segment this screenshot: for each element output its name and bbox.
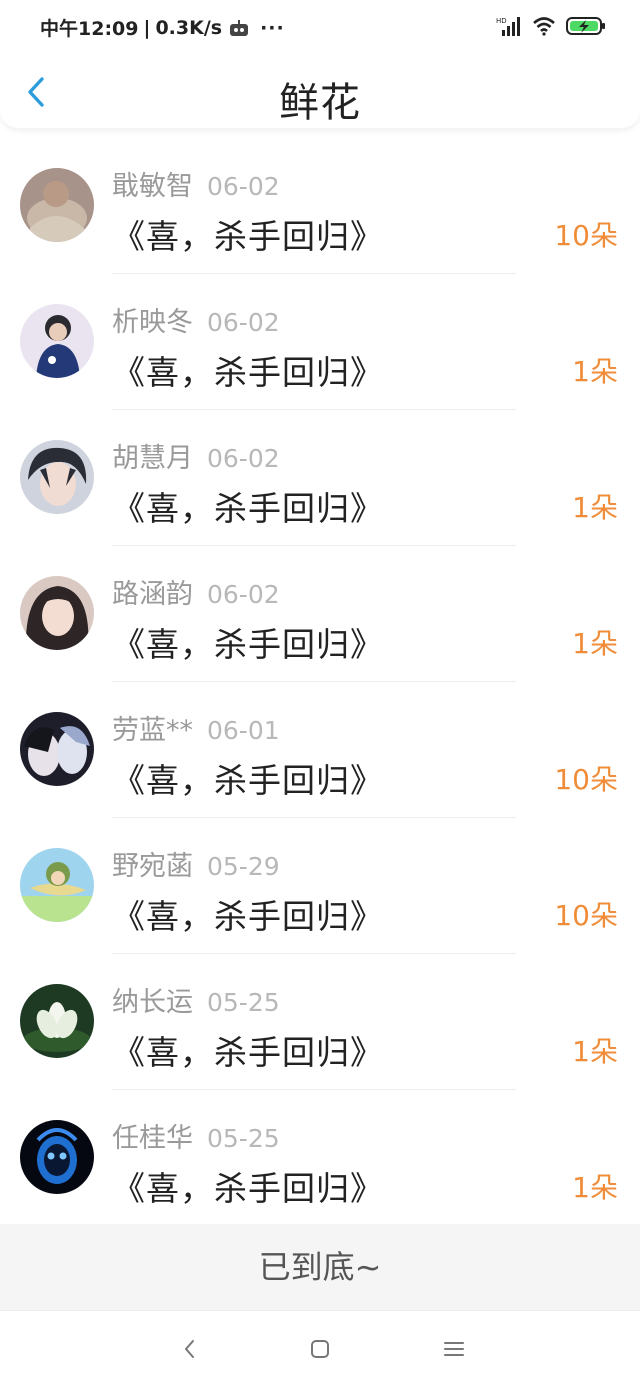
status-right: HD xyxy=(496,16,606,36)
nav-back-icon[interactable] xyxy=(178,1337,202,1361)
user-name: 胡慧月 xyxy=(112,443,193,474)
flower-count: 1朵 xyxy=(572,491,618,524)
nav-home-icon[interactable] xyxy=(308,1337,332,1361)
avatar[interactable] xyxy=(20,440,94,514)
list-item[interactable]: 胡慧月 06-02 《喜，杀手回归》 1朵 xyxy=(0,410,640,546)
user-name: 劳蓝** xyxy=(112,715,193,746)
network-speed: 0.3K/s xyxy=(155,16,223,39)
battery-charging-icon xyxy=(566,17,605,35)
book-title: 《喜，杀手回归》 xyxy=(112,761,384,800)
gift-date: 06-02 xyxy=(207,580,280,609)
book-title: 《喜，杀手回归》 xyxy=(112,217,384,256)
page-title: 鲜花 xyxy=(279,80,361,126)
user-name: 戢敏智 xyxy=(112,171,193,202)
flower-count: 1朵 xyxy=(572,355,618,388)
gift-date: 06-01 xyxy=(207,716,280,745)
user-name: 析映冬 xyxy=(112,307,193,338)
book-title: 《喜，杀手回归》 xyxy=(112,897,384,936)
list-item[interactable]: 戢敏智 06-02 《喜，杀手回归》 10朵 xyxy=(0,138,640,274)
flower-count: 10朵 xyxy=(554,219,618,252)
gift-date: 05-29 xyxy=(207,852,280,881)
avatar[interactable] xyxy=(20,848,94,922)
list-item[interactable]: 析映冬 06-02 《喜，杀手回归》 1朵 xyxy=(0,274,640,410)
avatar[interactable] xyxy=(20,1120,94,1194)
flower-count: 10朵 xyxy=(554,899,618,932)
flower-list: 戢敏智 06-02 《喜，杀手回归》 10朵 析映冬 06-02 《喜，杀手回归》 … xyxy=(0,138,640,1226)
user-name: 野宛菡 xyxy=(112,851,193,882)
avatar[interactable] xyxy=(20,984,94,1058)
flower-count: 1朵 xyxy=(572,1035,618,1068)
gift-date: 06-02 xyxy=(207,444,280,473)
book-title: 《喜，杀手回归》 xyxy=(112,489,384,528)
status-bar: 中午12:09 | 0.3K/s ··· HD xyxy=(0,0,640,56)
list-item[interactable]: 任桂华 05-25 《喜，杀手回归》 1朵 xyxy=(0,1090,640,1226)
status-time: 中午12:09 xyxy=(40,18,139,40)
book-title: 《喜，杀手回归》 xyxy=(112,353,384,392)
book-title: 《喜，杀手回归》 xyxy=(112,1033,384,1072)
status-left: 中午12:09 | 0.3K/s ··· xyxy=(40,14,285,41)
user-name: 任桂华 xyxy=(112,1123,193,1154)
system-nav-bar xyxy=(0,1310,640,1388)
avatar[interactable] xyxy=(20,712,94,786)
avatar[interactable] xyxy=(20,576,94,650)
nav-menu-icon[interactable] xyxy=(442,1337,466,1361)
robot-icon xyxy=(230,19,249,36)
flower-count: 1朵 xyxy=(572,627,618,660)
list-item[interactable]: 路涵韵 06-02 《喜，杀手回归》 1朵 xyxy=(0,546,640,682)
book-title: 《喜，杀手回归》 xyxy=(112,625,384,664)
hd-badge: HD xyxy=(496,17,507,25)
list-item[interactable]: 劳蓝** 06-01 《喜，杀手回归》 10朵 xyxy=(0,682,640,818)
user-name: 纳长运 xyxy=(112,987,193,1018)
flower-count: 1朵 xyxy=(572,1171,618,1204)
app-header: 鲜花 xyxy=(0,56,640,128)
book-title: 《喜，杀手回归》 xyxy=(112,1169,384,1208)
avatar[interactable] xyxy=(20,304,94,378)
user-name: 路涵韵 xyxy=(112,579,193,610)
signal-icon: HD xyxy=(496,17,520,36)
list-item[interactable]: 野宛菡 05-29 《喜，杀手回归》 10朵 xyxy=(0,818,640,954)
gift-date: 06-02 xyxy=(207,308,280,337)
end-of-list-indicator: 已到底~ xyxy=(0,1224,640,1310)
avatar[interactable] xyxy=(20,168,94,242)
flower-count: 10朵 xyxy=(554,763,618,796)
wifi-icon xyxy=(533,17,555,36)
more-notifications-icon: ··· xyxy=(260,16,285,39)
gift-date: 05-25 xyxy=(207,1124,280,1153)
gift-date: 05-25 xyxy=(207,988,280,1017)
list-item[interactable]: 纳长运 05-25 《喜，杀手回归》 1朵 xyxy=(0,954,640,1090)
gift-date: 06-02 xyxy=(207,172,280,201)
